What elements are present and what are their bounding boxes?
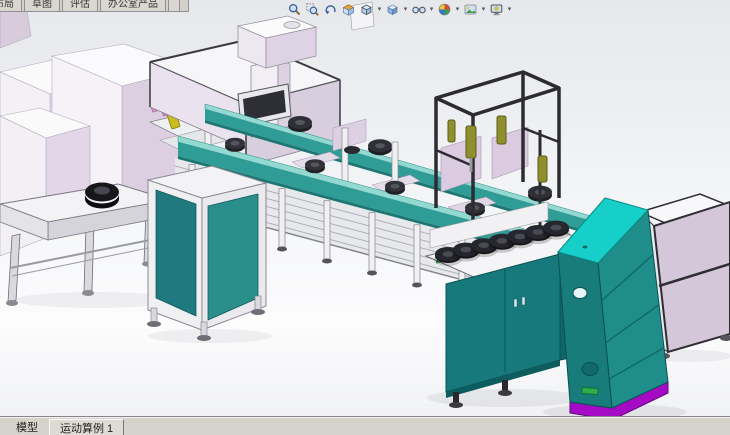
edit-appearance-icon[interactable]	[436, 2, 453, 18]
coil-on-belt[interactable]	[85, 183, 119, 209]
tab-stub[interactable]	[168, 0, 180, 11]
view-orientation-icon[interactable]	[358, 2, 375, 18]
tab-motion-study[interactable]: 运动算例 1	[49, 419, 124, 435]
tab-sketch[interactable]: 草图	[24, 0, 60, 11]
apply-scene-icon[interactable]	[462, 2, 479, 18]
view-settings-dropdown[interactable]: ▾	[506, 2, 513, 18]
zoom-to-area-icon[interactable]	[304, 2, 321, 18]
view-orientation-dropdown[interactable]: ▾	[376, 2, 383, 18]
hide-show-items-dropdown[interactable]: ▾	[428, 2, 435, 18]
bottom-tab-bar: 模型 运动算例 1	[0, 416, 730, 435]
tab-office-products[interactable]: 办公室产品	[100, 0, 166, 11]
tab-evaluate[interactable]: 评估	[62, 0, 98, 11]
model-viewport[interactable]	[0, 0, 730, 417]
tab-layout[interactable]: 布局	[0, 0, 22, 11]
edit-appearance-dropdown[interactable]: ▾	[454, 2, 461, 18]
cabinet-label	[582, 387, 598, 394]
section-view-icon[interactable]	[340, 2, 357, 18]
display-style-dropdown[interactable]: ▾	[402, 2, 409, 18]
zoom-to-fit-icon[interactable]	[286, 2, 303, 18]
tab-model[interactable]: 模型	[7, 417, 47, 435]
headsup-view-toolbar: ▾ ▾ ▾ ▾ ▾ ▾	[286, 1, 513, 18]
display-style-icon[interactable]	[384, 2, 401, 18]
solidworks-window: 布局 草图 评估 办公室产品 ▾ ▾ ▾	[0, 0, 730, 435]
view-settings-icon[interactable]	[488, 2, 505, 18]
hide-show-items-icon[interactable]	[410, 2, 427, 18]
previous-view-icon[interactable]	[322, 2, 339, 18]
cable-port	[573, 288, 587, 299]
apply-scene-dropdown[interactable]: ▾	[480, 2, 487, 18]
command-manager-strip: 布局 草图 评估 办公室产品	[0, 0, 189, 12]
